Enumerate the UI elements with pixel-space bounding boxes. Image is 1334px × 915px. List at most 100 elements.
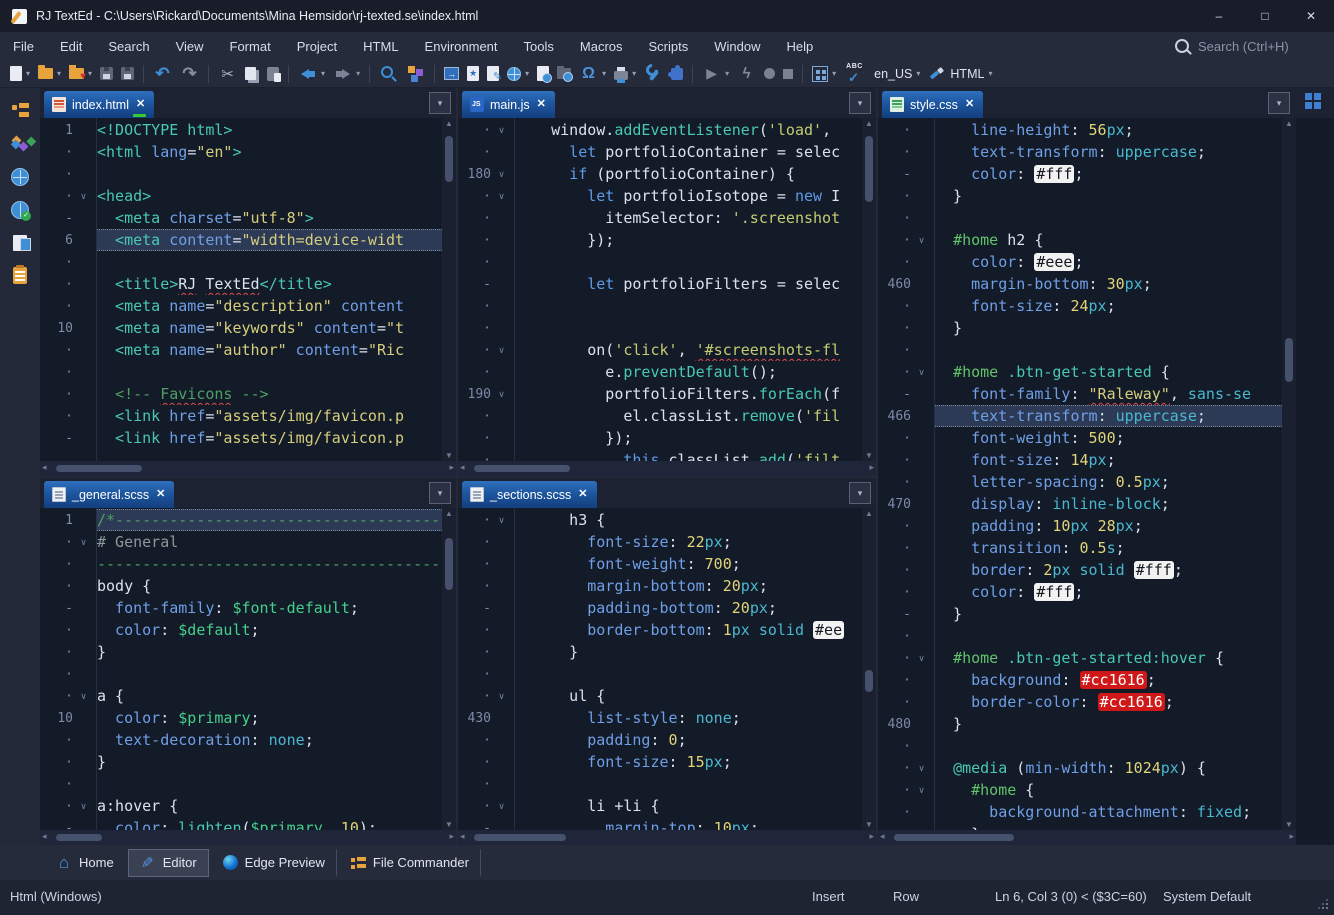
menu-window[interactable]: Window [701,34,773,59]
code-line[interactable]: } [97,641,456,663]
dropdown-caret-icon[interactable]: ▾ [602,69,606,78]
vertical-scrollbar[interactable]: ▲▼ [862,508,876,830]
code-line[interactable] [97,163,456,185]
code-line[interactable]: font-weight: 700; [515,553,876,575]
close-icon[interactable] [578,489,587,500]
status-selection-mode[interactable]: Row [893,889,919,904]
horizontal-scrollbar[interactable]: ◂▸ [458,461,876,476]
fold-arrow-icon[interactable]: ∨ [491,691,512,702]
menu-project[interactable]: Project [284,34,350,59]
code-line[interactable]: color: #fff; [935,163,1296,185]
fold-arrow-icon[interactable]: ∨ [911,653,932,664]
dropdown-caret-icon[interactable]: ▾ [832,69,836,78]
code-area[interactable]: window.addEventListener('load', let port… [515,118,876,461]
code-line[interactable]: portfolioFilters.forEach(f [515,383,876,405]
horizontal-scrollbar[interactable]: ◂▸ [40,830,456,845]
scroll-left-icon[interactable]: ◂ [460,831,465,842]
cut-button[interactable] [215,62,240,86]
tab-sections-scss[interactable]: _sections.scss [462,481,597,508]
scroll-down-icon[interactable]: ▼ [1282,820,1296,829]
code-line[interactable] [97,251,456,273]
dropdown-caret-icon[interactable]: ▾ [57,69,61,78]
code-line[interactable]: } [515,641,876,663]
preview-document-button[interactable] [534,62,552,86]
search-box[interactable] [1175,38,1320,55]
navigate-back-button[interactable]: ▾ [295,62,328,86]
menu-environment[interactable]: Environment [412,34,511,59]
code-line[interactable] [97,773,456,795]
scroll-down-icon[interactable]: ▼ [862,451,876,460]
code-line[interactable]: window.addEventListener('load', [515,119,876,141]
code-line[interactable]: } [935,823,1296,830]
vertical-scrollbar[interactable]: ▲▼ [442,118,456,461]
editor-main-js[interactable]: ·∨·180∨·∨···-···∨·190∨··· window.addEven… [458,118,876,461]
code-line[interactable]: padding: 10px 28px; [935,515,1296,537]
code-line[interactable]: if (portfolioContainer) { [515,163,876,185]
code-line[interactable]: font-size: 24px; [935,295,1296,317]
dropdown-caret-icon[interactable]: ▾ [725,69,729,78]
code-line[interactable]: margin-bottom: 30px; [935,273,1296,295]
scroll-left-icon[interactable]: ◂ [42,462,47,473]
scroll-right-icon[interactable]: ▸ [869,831,874,842]
code-line[interactable]: margin-top: 10px; [515,817,876,830]
scrollbar-thumb[interactable] [56,834,102,841]
code-line[interactable]: <link href="assets/img/favicon.p [97,405,456,427]
open-file-button[interactable]: ▾ [35,62,64,86]
code-line[interactable]: } [935,317,1296,339]
fold-arrow-icon[interactable]: ∨ [491,345,512,356]
code-line[interactable]: text-transform: uppercase; [935,405,1296,427]
code-line[interactable]: } [935,713,1296,735]
editor-index-html[interactable]: 1···∨-6···10····- <!DOCTYPE html><html l… [40,118,456,461]
code-line[interactable]: color: lighten($primary, 10); [97,817,456,830]
web-browser-button[interactable] [0,160,40,193]
menu-macros[interactable]: Macros [567,34,636,59]
code-line[interactable]: letter-spacing: 0.5px; [935,471,1296,493]
horizontal-scrollbar[interactable]: ◂▸ [878,830,1296,845]
fold-arrow-icon[interactable]: ∨ [911,763,932,774]
code-line[interactable]: # General [97,531,456,553]
tab-list-dropdown[interactable] [849,92,871,114]
code-line[interactable]: #home h2 { [935,229,1296,251]
code-line[interactable]: <!-- Favicons --> [97,383,456,405]
menu-edit[interactable]: Edit [47,34,95,59]
scroll-down-icon[interactable]: ▼ [442,820,456,829]
sort-arrange-button[interactable] [403,62,428,86]
code-line[interactable]: #home { [935,779,1296,801]
dropdown-caret-icon[interactable]: ▾ [26,69,30,78]
validate-document-button[interactable] [464,62,482,86]
close-icon[interactable] [965,99,974,110]
code-line[interactable]: padding: 0; [515,729,876,751]
resize-grip-icon[interactable] [1320,901,1328,909]
scroll-right-icon[interactable]: ▸ [449,462,454,473]
code-line[interactable]: h3 { [515,509,876,531]
code-line[interactable]: margin-bottom: 20px; [515,575,876,597]
spellcheck-button[interactable] [841,62,869,86]
code-line[interactable]: #home .btn-get-started { [935,361,1296,383]
code-line[interactable]: e.preventDefault(); [515,361,876,383]
bottom-tab-edge-preview[interactable]: Edge Preview [211,849,337,876]
stop-macro-button[interactable] [780,62,796,86]
scrollbar-thumb[interactable] [1285,338,1293,382]
code-line[interactable]: display: inline-block; [935,493,1296,515]
fold-arrow-icon[interactable]: ∨ [73,801,94,812]
clipboard-panel-button[interactable] [0,259,40,292]
dropdown-caret-icon[interactable]: ▾ [632,69,636,78]
code-line[interactable]: border-bottom: 1px solid #ee [515,619,876,641]
code-line[interactable]: <html lang="en"> [97,141,456,163]
scroll-up-icon[interactable]: ▲ [1282,119,1296,128]
code-line[interactable]: font-weight: 500; [935,427,1296,449]
code-line[interactable]: @media (min-width: 1024px) { [935,757,1296,779]
code-line[interactable] [935,625,1296,647]
scroll-up-icon[interactable]: ▲ [862,509,876,518]
fold-arrow-icon[interactable]: ∨ [491,389,512,400]
bottom-tab-file-commander[interactable]: File Commander [339,849,481,876]
horizontal-scrollbar[interactable]: ◂▸ [458,830,876,845]
close-icon[interactable] [156,489,165,500]
scrollbar-thumb[interactable] [474,465,570,472]
code-line[interactable]: font-size: 14px; [935,449,1296,471]
scroll-up-icon[interactable]: ▲ [442,119,456,128]
vertical-scrollbar[interactable]: ▲▼ [1282,118,1296,830]
code-line[interactable]: ul { [515,685,876,707]
scrollbar-thumb[interactable] [865,670,873,692]
scrollbar-thumb[interactable] [56,465,142,472]
